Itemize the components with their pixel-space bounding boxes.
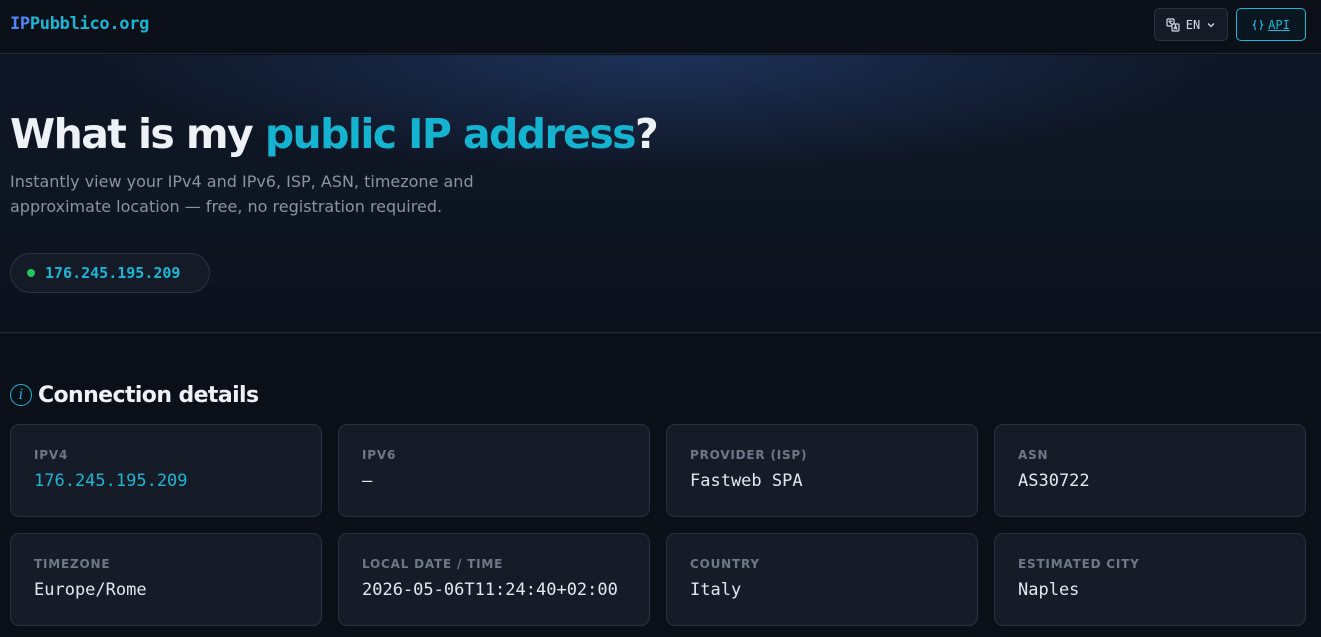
logo-part-ip: IP	[10, 14, 30, 34]
title-end: ?	[634, 110, 659, 158]
section-title: Connection details	[38, 382, 259, 408]
card-country: Country Italy	[666, 533, 978, 626]
card-value: 2026-05-06T11:24:40+02:00	[362, 580, 618, 600]
card-asn: ASN AS30722	[994, 424, 1306, 517]
card-label: IPv6	[362, 448, 397, 462]
title-highlight: public IP address	[264, 110, 637, 158]
card-ipv6: IPv6 —	[338, 424, 650, 517]
card-label: IPv4	[34, 448, 69, 462]
translate-icon	[1166, 17, 1180, 32]
card-value: AS30722	[1018, 471, 1090, 491]
card-label: Estimated city	[1018, 557, 1140, 571]
language-label: EN	[1185, 17, 1201, 32]
connection-details-heading: i Connection details	[10, 381, 259, 409]
card-value: 176.245.195.209	[34, 471, 188, 491]
site-logo[interactable]: IPPubblico.org	[10, 14, 149, 34]
card-label: ASN	[1018, 448, 1049, 462]
card-ipv4: IPv4 176.245.195.209	[10, 424, 322, 517]
page-subtitle: Instantly view your IPv4 and IPv6, ISP, …	[10, 172, 474, 216]
card-isp: Provider (ISP) Fastweb SPA	[666, 424, 978, 517]
page-title: What is my public IP address?	[10, 110, 659, 158]
card-value: Fastweb SPA	[690, 471, 803, 491]
logo-part-domain: Pubblico.org	[29, 14, 150, 34]
card-label: Country	[690, 557, 760, 571]
code-braces-icon	[1252, 19, 1264, 30]
title-start: What is my	[10, 110, 265, 158]
card-value: Europe/Rome	[34, 580, 147, 600]
card-label: Timezone	[34, 557, 111, 571]
chevron-down-icon	[1207, 22, 1215, 27]
online-status-dot	[27, 269, 35, 277]
info-icon: i	[10, 384, 32, 406]
card-value: —	[362, 471, 373, 491]
card-label: Local date / time	[362, 557, 504, 571]
top-nav-bar: IPPubblico.org EN API	[0, 0, 1321, 54]
card-local-datetime: Local date / time 2026-05-06T11:24:40+02…	[338, 533, 650, 626]
card-city: Estimated city Naples	[994, 533, 1306, 626]
connection-details-grid: IPv4 176.245.195.209 IPv6 — Provider (IS…	[10, 424, 1306, 626]
card-label: Provider (ISP)	[690, 448, 808, 462]
card-value: Italy	[690, 580, 742, 600]
card-value: Naples	[1018, 580, 1080, 600]
hero-section: What is my public IP address? Instantly …	[0, 55, 1321, 333]
current-ip-badge[interactable]: 176.245.195.209	[10, 253, 210, 293]
language-selector[interactable]: EN	[1154, 8, 1228, 41]
current-ip-value: 176.245.195.209	[45, 264, 181, 282]
api-label: API	[1268, 17, 1290, 32]
api-button[interactable]: API	[1236, 8, 1306, 41]
card-timezone: Timezone Europe/Rome	[10, 533, 322, 626]
